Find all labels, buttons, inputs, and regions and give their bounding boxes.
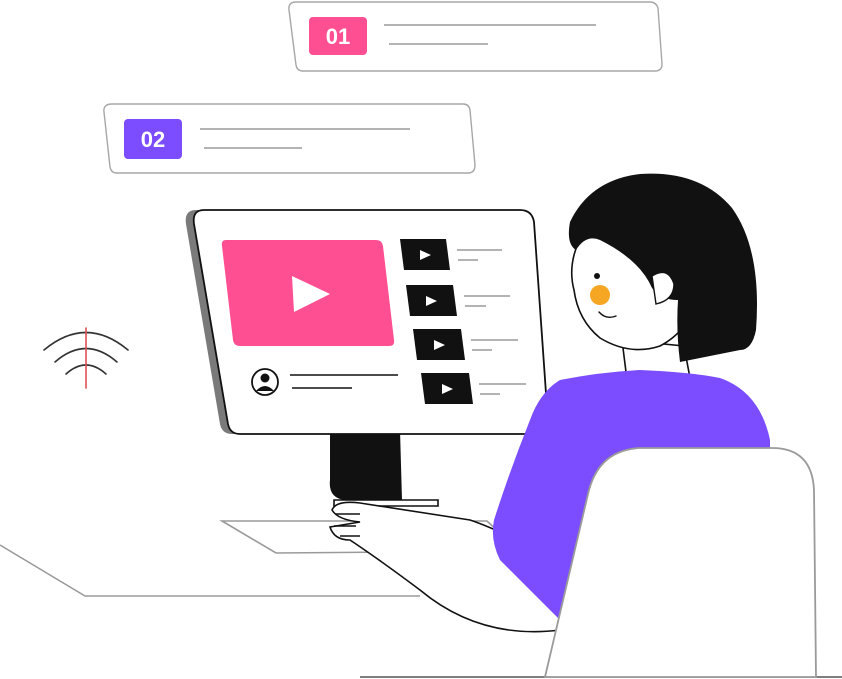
wifi-signal-icon [43,327,129,389]
list-card-01: 01 [288,1,663,72]
illustration-canvas: 01 02 [0,1,842,678]
user-avatar-icon [251,368,279,396]
person-eye [594,273,600,279]
badge-01-label: 01 [326,24,350,49]
badge-02-label: 02 [141,127,165,152]
video-player[interactable] [221,240,395,346]
monitor [185,209,549,435]
monitor-stand [329,430,439,507]
list-card-02: 02 [103,103,476,174]
person-cheek [590,285,610,305]
